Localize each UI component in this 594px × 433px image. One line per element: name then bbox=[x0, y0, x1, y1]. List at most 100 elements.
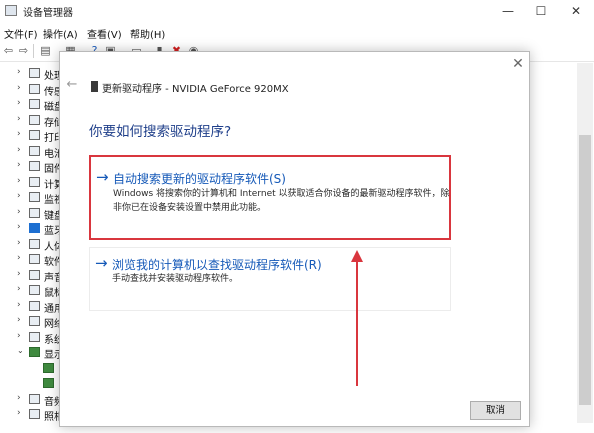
tree-item[interactable]: › 人体 bbox=[0, 237, 64, 253]
properties-icon[interactable]: ▤ bbox=[39, 44, 52, 57]
tree-item-display[interactable]: ⌄ 显示 bbox=[0, 345, 64, 361]
chevron-right-icon[interactable]: › bbox=[17, 67, 21, 77]
computer-icon bbox=[29, 177, 40, 187]
chevron-right-icon[interactable]: › bbox=[17, 331, 21, 341]
minimize-button[interactable]: — bbox=[491, 1, 525, 21]
display-adapter-icon bbox=[43, 378, 54, 388]
tree-item[interactable]: › 监视 bbox=[0, 190, 64, 206]
tree-item[interactable]: › 通用 bbox=[0, 299, 64, 315]
title-bar: 设备管理器 — ☐ ✕ bbox=[0, 0, 594, 22]
chevron-right-icon[interactable]: › bbox=[17, 253, 21, 263]
scrollbar[interactable] bbox=[577, 63, 593, 423]
tree-item[interactable]: › 存储 bbox=[0, 113, 64, 129]
monitor-icon bbox=[29, 192, 40, 202]
chevron-right-icon[interactable]: › bbox=[17, 222, 21, 232]
cancel-button[interactable]: 取消 bbox=[470, 401, 521, 420]
chevron-right-icon[interactable]: › bbox=[17, 98, 21, 108]
option-description: Windows 将搜索你的计算机和 Internet 以获取适合你设备的最新驱动… bbox=[113, 189, 450, 213]
right-arrow-icon: → bbox=[95, 254, 108, 272]
tree-item[interactable]: › 键盘 bbox=[0, 206, 64, 222]
dialog-title: 更新驱动程序 - NVIDIA GeForce 920MX bbox=[102, 84, 289, 95]
tree-item[interactable]: › 磁盘 bbox=[0, 97, 64, 113]
back-arrow-icon[interactable]: ⇦ bbox=[2, 44, 15, 57]
tree-item[interactable]: › 软件 bbox=[0, 252, 64, 268]
device-tree: › 处理 › 传感 › 磁盘 › 存储 › 打印 › 电池 › 固件 › 计算 › 监视 › 键盘 … bbox=[0, 63, 64, 423]
chevron-right-icon[interactable]: › bbox=[17, 269, 21, 279]
close-window-button[interactable]: ✕ bbox=[559, 1, 593, 21]
tree-subitem[interactable] bbox=[0, 376, 60, 391]
speaker-icon bbox=[29, 270, 40, 280]
tree-item[interactable]: › 固件 bbox=[0, 159, 64, 175]
menu-view[interactable]: 查看(V) bbox=[87, 26, 122, 41]
annotation-arrow-icon bbox=[351, 250, 363, 386]
tree-item[interactable]: › 处理 bbox=[0, 66, 64, 82]
device-manager-icon bbox=[5, 5, 17, 16]
camera-icon bbox=[29, 409, 40, 419]
option-heading: 浏览我的计算机以查找驱动程序软件(R) bbox=[112, 258, 322, 272]
tree-item[interactable]: › 电池 bbox=[0, 144, 64, 160]
chevron-down-icon[interactable]: ⌄ bbox=[17, 346, 24, 355]
option-description: 手动查找并安装驱动程序软件。 bbox=[112, 274, 239, 284]
menu-help[interactable]: 帮助(H) bbox=[130, 26, 165, 41]
tree-item[interactable]: › 声音 bbox=[0, 268, 64, 284]
usb-icon bbox=[29, 301, 40, 311]
bluetooth-icon bbox=[29, 223, 40, 233]
menu-action[interactable]: 操作(A) bbox=[43, 26, 78, 41]
tree-item[interactable]: › 照相 bbox=[0, 407, 64, 423]
menu-bar: 文件(F) 操作(A) 查看(V) 帮助(H) bbox=[0, 23, 594, 41]
disk-icon bbox=[29, 99, 40, 109]
browse-computer-option[interactable]: → 浏览我的计算机以查找驱动程序软件(R) 手动查找并安装驱动程序软件。 bbox=[89, 247, 451, 311]
chevron-right-icon[interactable]: › bbox=[17, 191, 21, 201]
tree-item[interactable]: › 打印 bbox=[0, 128, 64, 144]
chevron-right-icon[interactable]: › bbox=[17, 408, 21, 418]
audio-icon bbox=[29, 394, 40, 404]
battery-icon bbox=[29, 146, 40, 156]
chevron-right-icon[interactable]: › bbox=[17, 176, 21, 186]
scrollbar-thumb[interactable] bbox=[579, 135, 591, 405]
menu-file[interactable]: 文件(F) bbox=[4, 26, 38, 41]
chevron-right-icon[interactable]: › bbox=[17, 284, 21, 294]
chevron-right-icon[interactable]: › bbox=[17, 145, 21, 155]
update-driver-dialog: ✕ ← 更新驱动程序 - NVIDIA GeForce 920MX 你要如何搜索… bbox=[59, 51, 530, 427]
maximize-button[interactable]: ☐ bbox=[524, 1, 558, 21]
window-title: 设备管理器 bbox=[23, 8, 73, 19]
auto-search-option[interactable]: → 自动搜索更新的驱动程序软件(S) Windows 将搜索你的计算机和 Int… bbox=[89, 155, 451, 240]
chevron-right-icon[interactable]: › bbox=[17, 315, 21, 325]
tree-item[interactable]: › 系统 bbox=[0, 330, 64, 346]
chevron-right-icon[interactable]: › bbox=[17, 129, 21, 139]
printer-icon bbox=[29, 130, 40, 140]
tree-item[interactable]: › 传感 bbox=[0, 82, 64, 98]
right-arrow-icon: → bbox=[96, 168, 109, 186]
back-arrow-icon[interactable]: ← bbox=[64, 77, 80, 93]
chevron-right-icon[interactable]: › bbox=[17, 114, 21, 124]
keyboard-icon bbox=[29, 208, 40, 218]
network-icon bbox=[29, 316, 40, 326]
tree-item[interactable]: › 鼠标 bbox=[0, 283, 64, 299]
chevron-right-icon[interactable]: › bbox=[17, 83, 21, 93]
close-icon[interactable]: ✕ bbox=[508, 55, 528, 73]
display-adapter-icon bbox=[43, 363, 54, 373]
display-adapter-icon bbox=[29, 347, 40, 357]
tree-item[interactable]: › 计算 bbox=[0, 175, 64, 191]
system-icon bbox=[29, 332, 40, 342]
chevron-right-icon[interactable]: › bbox=[17, 238, 21, 248]
tree-item[interactable]: › 网络 bbox=[0, 314, 64, 330]
chevron-right-icon[interactable]: › bbox=[17, 160, 21, 170]
tree-item[interactable]: › 蓝牙 bbox=[0, 221, 64, 237]
software-icon bbox=[29, 254, 40, 264]
tree-item[interactable]: › 音频 bbox=[0, 392, 64, 408]
device-icon bbox=[91, 81, 98, 92]
dialog-question: 你要如何搜索驱动程序? bbox=[89, 124, 232, 140]
chevron-right-icon[interactable]: › bbox=[17, 207, 21, 217]
processor-icon bbox=[29, 68, 40, 78]
mouse-icon bbox=[29, 285, 40, 295]
forward-arrow-icon[interactable]: ⇨ bbox=[17, 44, 30, 57]
option-heading: 自动搜索更新的驱动程序软件(S) bbox=[113, 172, 286, 186]
human-interface-icon bbox=[29, 239, 40, 249]
storage-icon bbox=[29, 115, 40, 125]
chevron-right-icon[interactable]: › bbox=[17, 393, 21, 403]
tree-subitem[interactable] bbox=[0, 361, 60, 376]
sensor-icon bbox=[29, 84, 40, 94]
chevron-right-icon[interactable]: › bbox=[17, 300, 21, 310]
firmware-icon bbox=[29, 161, 40, 171]
